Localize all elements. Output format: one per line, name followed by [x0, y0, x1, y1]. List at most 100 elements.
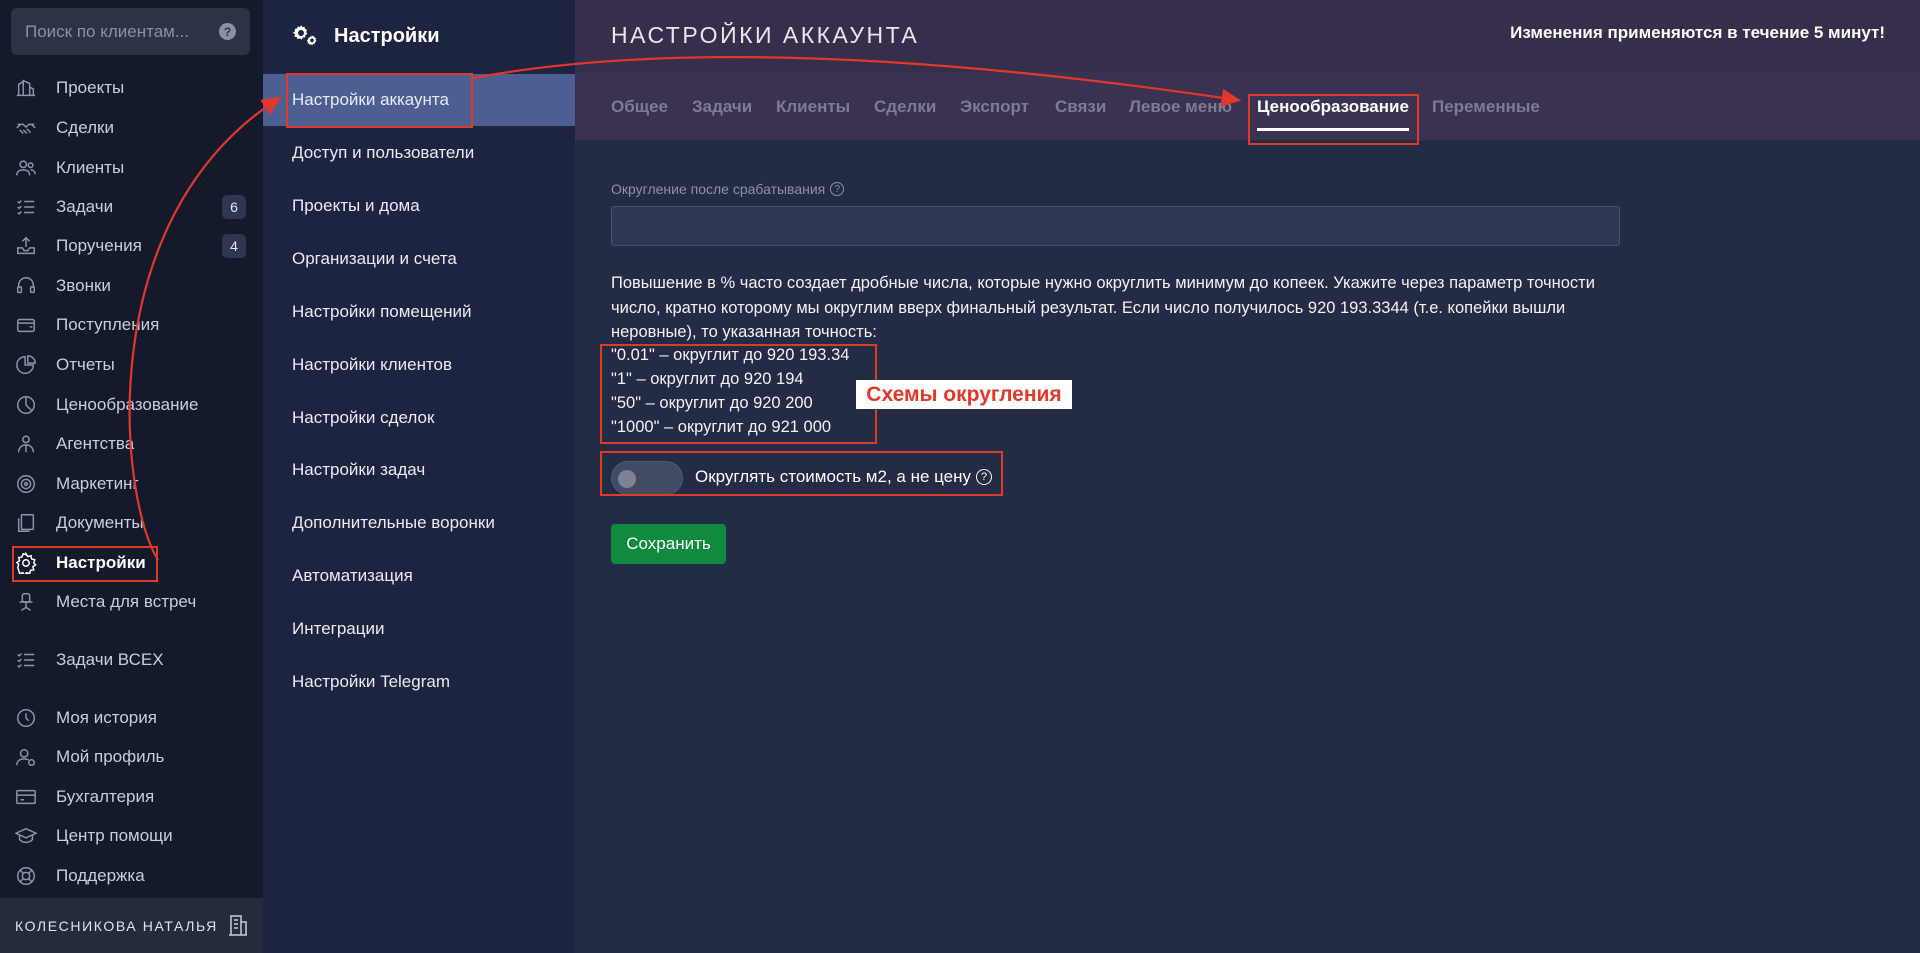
- sidebar-item-label: Поступления: [56, 315, 160, 334]
- sidebar-item-all-tasks[interactable]: Задачи ВСЕХ: [0, 642, 263, 678]
- settings-header: Настройки: [263, 0, 575, 72]
- tasks-count-badge: 6: [222, 195, 246, 219]
- sidebar-item-support[interactable]: Поддержка: [0, 858, 263, 894]
- rounding-label-text: Округление после срабатывания: [611, 181, 826, 197]
- sidebar-item-projects[interactable]: Проекты: [0, 70, 263, 106]
- sidebar-item-profile[interactable]: Мой профиль: [0, 739, 263, 775]
- pricing-icon: [14, 393, 38, 417]
- sidebar-item-pricing[interactable]: Ценообразование: [0, 387, 263, 423]
- sidebar-item-documents[interactable]: Документы: [0, 505, 263, 541]
- annotation-label: Схемы округления: [856, 380, 1072, 409]
- support-icon: [14, 864, 38, 888]
- menu-item-organizations[interactable]: Организации и счета: [263, 233, 575, 285]
- agencies-icon: [14, 432, 38, 456]
- sidebar-item-help-center[interactable]: Центр помощи: [0, 818, 263, 854]
- assignments-count-badge: 4: [222, 234, 246, 258]
- save-button[interactable]: Сохранить: [611, 524, 726, 564]
- sidebar-item-agencies[interactable]: Агентства: [0, 426, 263, 462]
- sidebar-item-assignments[interactable]: Поручения 4: [0, 228, 263, 264]
- tab-export[interactable]: Экспорт: [960, 97, 1029, 117]
- sidebar-item-label: Задачи: [56, 197, 114, 216]
- help-center-icon: [14, 824, 38, 848]
- rounding-description: Повышение в % часто создает дробные числ…: [611, 274, 1595, 341]
- annotation-box-account-settings: [286, 73, 473, 128]
- sidebar-item-clients[interactable]: Клиенты: [0, 150, 263, 186]
- tasks-icon: [14, 195, 38, 219]
- sidebar-item-label: Ценообразование: [56, 395, 199, 414]
- menu-item-premises[interactable]: Настройки помещений: [263, 286, 575, 338]
- sidebar-item-accounting[interactable]: Бухгалтерия: [0, 779, 263, 815]
- tab-left-menu[interactable]: Левое меню: [1129, 97, 1236, 117]
- documents-icon: [14, 511, 38, 535]
- user-name: КОЛЕСНИКОВА НАТАЛЬЯ: [15, 917, 218, 934]
- sidebar-item-deals[interactable]: Сделки: [0, 110, 263, 146]
- tab-deals[interactable]: Сделки: [874, 97, 936, 117]
- receipts-icon: [14, 313, 38, 337]
- sidebar-item-meeting-places[interactable]: Места для встреч: [0, 584, 263, 620]
- menu-item-telegram[interactable]: Настройки Telegram: [263, 656, 575, 708]
- menu-item-automation[interactable]: Автоматизация: [263, 550, 575, 602]
- tab-general[interactable]: Общее: [611, 97, 668, 117]
- changes-notice: Изменения применяются в течение 5 минут!: [1510, 23, 1885, 42]
- annotation-box-toggle: [600, 451, 1003, 496]
- sidebar-item-label: Бухгалтерия: [56, 787, 155, 806]
- sidebar-item-label: Поддержка: [56, 866, 145, 885]
- history-icon: [14, 706, 38, 730]
- sidebar-item-label: Документы: [56, 513, 144, 532]
- marketing-icon: [14, 472, 38, 496]
- annotation-box-pricing-tab: [1248, 94, 1419, 145]
- rounding-input[interactable]: [611, 206, 1620, 246]
- tab-variables[interactable]: Переменные: [1432, 97, 1540, 117]
- sidebar-item-label: Проекты: [56, 78, 125, 97]
- sidebar-item-label: Поручения: [56, 236, 142, 255]
- all-tasks-icon: [14, 648, 38, 672]
- menu-item-funnels[interactable]: Дополнительные воронки: [263, 497, 575, 549]
- annotation-box-examples: [600, 344, 877, 444]
- tab-tasks[interactable]: Задачи: [692, 97, 752, 117]
- sidebar-item-label: Клиенты: [56, 158, 125, 177]
- sidebar-item-receipts[interactable]: Поступления: [0, 307, 263, 343]
- help-icon[interactable]: ?: [219, 23, 236, 40]
- tab-links[interactable]: Связи: [1055, 97, 1106, 117]
- deals-icon: [14, 116, 38, 140]
- tab-clients[interactable]: Клиенты: [776, 97, 850, 117]
- sidebar-item-label: Центр помощи: [56, 826, 173, 845]
- projects-icon: [14, 76, 38, 100]
- client-search-input[interactable]: Поиск по клиентам... ?: [11, 8, 250, 55]
- rounding-field-label: Округление после срабатывания ?: [611, 181, 845, 197]
- sidebar-item-label: Агентства: [56, 434, 135, 453]
- search-placeholder: Поиск по клиентам...: [25, 21, 190, 41]
- assignments-icon: [14, 234, 38, 258]
- page-header: НАСТРОЙКИ АККАУНТА Изменения применяются…: [575, 0, 1920, 72]
- menu-item-projects-houses[interactable]: Проекты и дома: [263, 180, 575, 232]
- sidebar-item-label: Места для встреч: [56, 592, 197, 611]
- gears-icon: [292, 21, 318, 52]
- sidebar-item-tasks[interactable]: Задачи 6: [0, 189, 263, 225]
- user-bar[interactable]: КОЛЕСНИКОВА НАТАЛЬЯ: [0, 898, 263, 953]
- menu-item-tasks[interactable]: Настройки задач: [263, 444, 575, 496]
- accounting-icon: [14, 785, 38, 809]
- sidebar-item-marketing[interactable]: Маркетинг: [0, 466, 263, 502]
- menu-item-clients[interactable]: Настройки клиентов: [263, 339, 575, 391]
- sidebar-item-calls[interactable]: Звонки: [0, 268, 263, 304]
- profile-icon: [14, 745, 38, 769]
- sidebar-item-label: Сделки: [56, 118, 114, 137]
- reports-icon: [14, 353, 38, 377]
- main-sidebar: Поиск по клиентам... ? Проекты Сделки Кл…: [0, 0, 263, 953]
- menu-item-access-users[interactable]: Доступ и пользователи: [263, 127, 575, 179]
- sidebar-item-reports[interactable]: Отчеты: [0, 347, 263, 383]
- calls-icon: [14, 274, 38, 298]
- sidebar-item-label: Маркетинг: [56, 474, 139, 493]
- page-title: НАСТРОЙКИ АККАУНТА: [611, 22, 920, 48]
- clients-icon: [14, 156, 38, 180]
- sidebar-item-label: Отчеты: [56, 355, 115, 374]
- menu-item-integrations[interactable]: Интеграции: [263, 603, 575, 655]
- settings-menu: Настройки Настройки аккаунта Доступ и по…: [263, 0, 575, 953]
- sidebar-item-label: Моя история: [56, 708, 157, 727]
- meeting-places-icon: [14, 590, 38, 614]
- sidebar-item-history[interactable]: Моя история: [0, 700, 263, 736]
- menu-item-deals[interactable]: Настройки сделок: [263, 392, 575, 444]
- building-icon[interactable]: [228, 914, 248, 941]
- annotation-box-settings: [12, 546, 158, 582]
- question-icon[interactable]: ?: [830, 182, 845, 196]
